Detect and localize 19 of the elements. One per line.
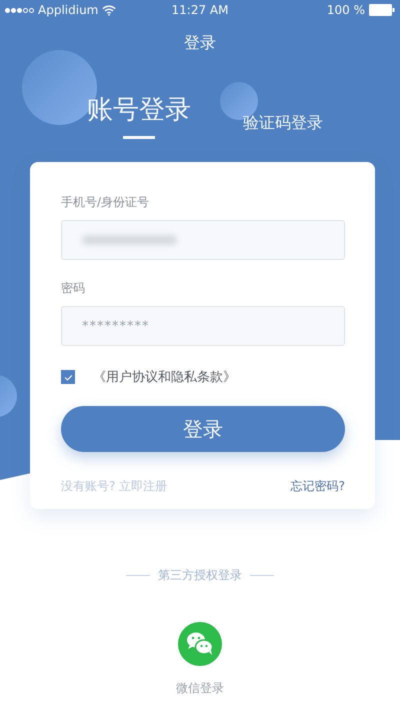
page-title: 登录 bbox=[183, 33, 217, 54]
wifi-icon bbox=[102, 4, 116, 16]
agreement-link[interactable]: 《用户协议和隐私条款》 bbox=[93, 368, 236, 386]
chat-bubbles-icon[interactable] bbox=[178, 622, 222, 666]
battery-icon bbox=[369, 4, 395, 16]
carrier-name: Applidium bbox=[38, 3, 98, 17]
login-button[interactable]: 登录 bbox=[61, 406, 345, 452]
signal-icon bbox=[5, 8, 34, 12]
login-tab[interactable]: 验证码登录 bbox=[243, 113, 323, 142]
agreement-checkbox[interactable] bbox=[61, 370, 75, 384]
status-time: 11:27 AM bbox=[172, 3, 228, 17]
third-party-heading: 第三方授权登录 bbox=[158, 567, 242, 584]
battery-percent: 100 % bbox=[326, 3, 365, 17]
forgot-password-link[interactable]: 忘记密码? bbox=[290, 478, 345, 495]
wechat-login-label: 微信登录 bbox=[176, 680, 224, 697]
input-field[interactable]: ********* bbox=[61, 306, 345, 346]
field-label: 手机号/身份证号 bbox=[61, 194, 150, 211]
input-field[interactable] bbox=[61, 220, 345, 260]
field-label: 密码 bbox=[61, 280, 86, 297]
